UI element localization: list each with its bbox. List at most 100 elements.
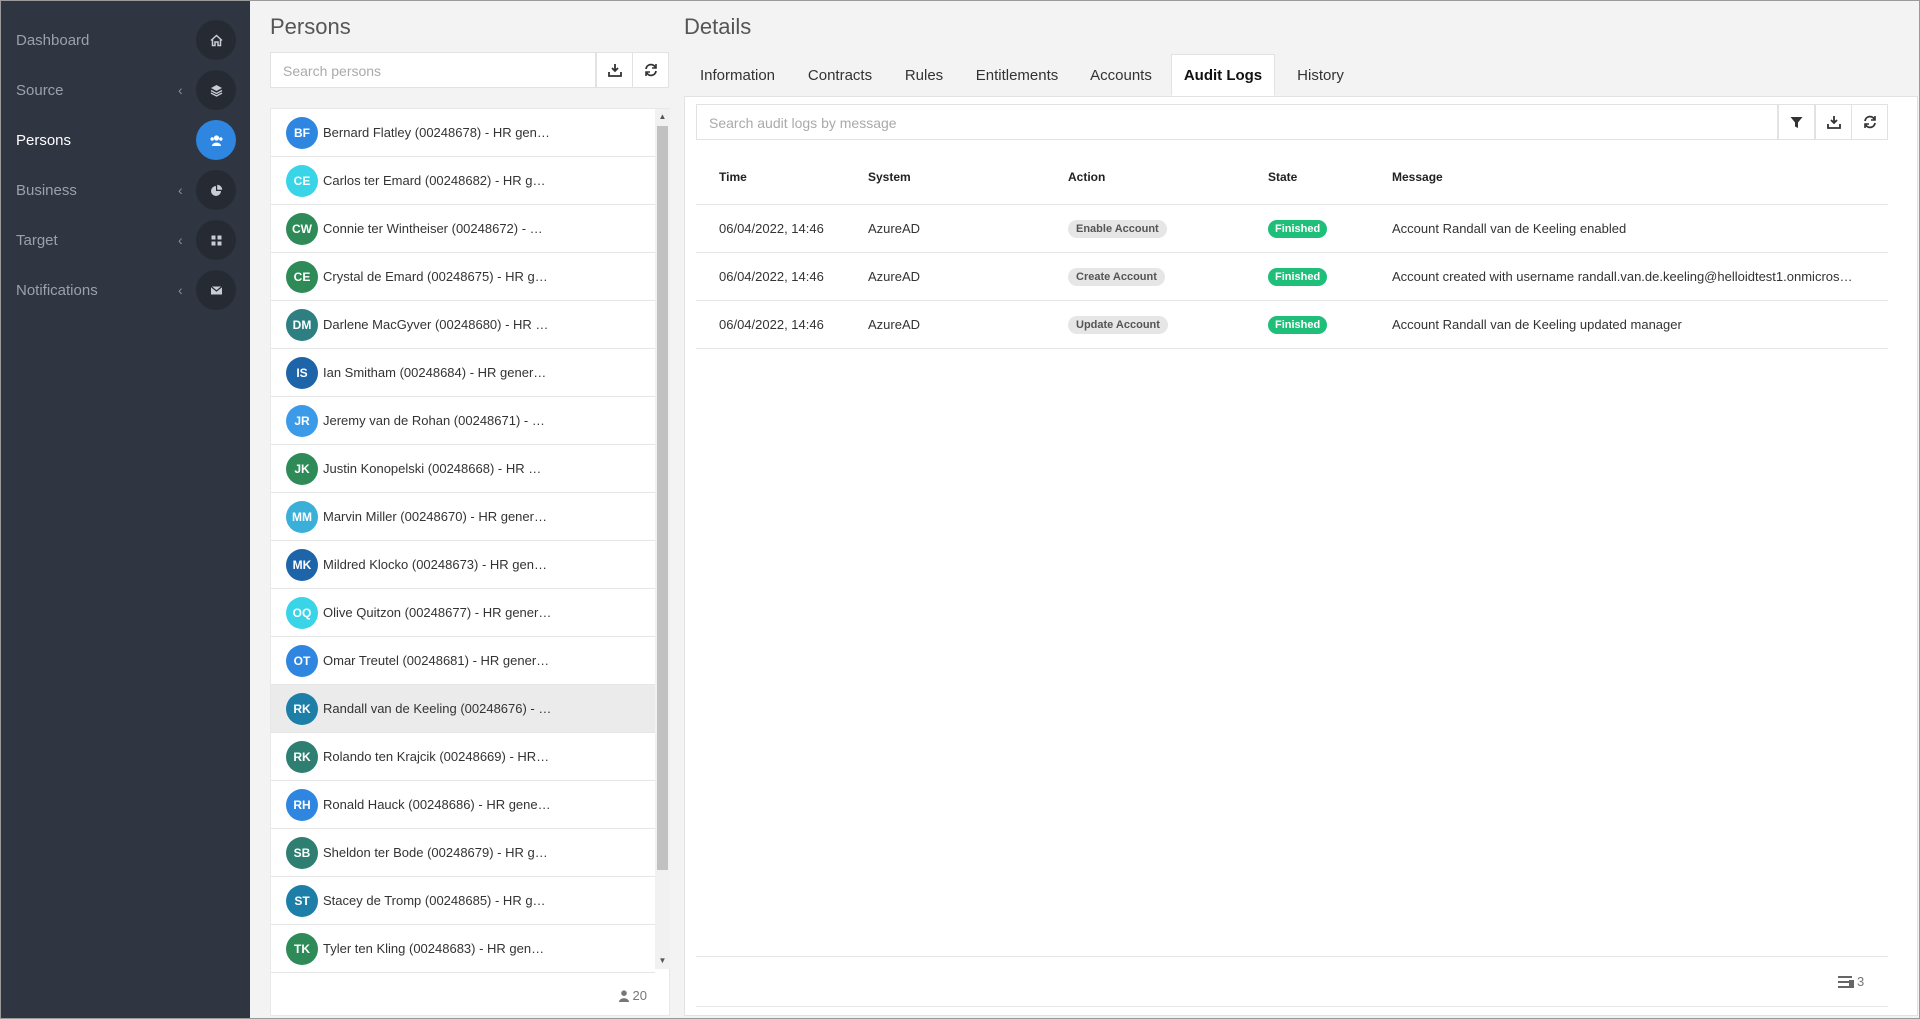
tab-rules[interactable]: Rules bbox=[893, 54, 955, 96]
sidebar-item-persons[interactable]: Persons bbox=[0, 115, 250, 165]
list-item[interactable]: CE Carlos ter Emard (00248682) - HR g… bbox=[271, 157, 655, 205]
list-item[interactable]: MK Mildred Klocko (00248673) - HR gen… bbox=[271, 541, 655, 589]
persons-scrollbar[interactable]: ▲ ▼ bbox=[655, 109, 670, 969]
tab-history[interactable]: History bbox=[1282, 54, 1359, 96]
list-item[interactable]: RH Ronald Hauck (00248686) - HR gene… bbox=[271, 781, 655, 829]
sidebar-item-label: Target bbox=[16, 231, 58, 249]
list-item[interactable]: MM Marvin Miller (00248670) - HR gener… bbox=[271, 493, 655, 541]
avatar: OT bbox=[286, 644, 318, 677]
sidebar-item-dashboard[interactable]: Dashboard bbox=[0, 15, 250, 65]
tab-entitlements[interactable]: Entitlements bbox=[962, 54, 1072, 96]
audit-log-count-value: 3 bbox=[1857, 974, 1865, 989]
persons-search-input[interactable]: Search persons bbox=[270, 52, 596, 88]
tab-contracts[interactable]: Contracts bbox=[795, 54, 885, 96]
envelope-icon bbox=[196, 270, 236, 310]
avatar: JR bbox=[286, 404, 318, 437]
person-name: Connie ter Wintheiser (00248672) - … bbox=[323, 221, 543, 236]
avatar: DM bbox=[286, 308, 318, 341]
avatar: CE bbox=[286, 260, 318, 293]
sidebar: Dashboard Source ‹ Persons Business ‹ Target ‹ N… bbox=[0, 0, 250, 1019]
person-name: Ian Smitham (00248684) - HR gener… bbox=[323, 365, 547, 380]
column-header-state[interactable]: State bbox=[1268, 170, 1297, 184]
person-name: Darlene MacGyver (00248680) - HR … bbox=[323, 317, 549, 332]
persons-refresh-button[interactable] bbox=[632, 52, 669, 88]
user-icon bbox=[618, 989, 629, 1002]
list-item[interactable]: JR Jeremy van de Rohan (00248671) - … bbox=[271, 397, 655, 445]
chevron-left-icon: ‹ bbox=[178, 232, 183, 248]
log-system: AzureAD bbox=[868, 317, 921, 332]
avatar: MK bbox=[286, 548, 318, 581]
persons-download-button[interactable] bbox=[596, 52, 633, 88]
person-name: Rolando ten Krajcik (00248669) - HR… bbox=[323, 749, 550, 764]
tab-accounts[interactable]: Accounts bbox=[1080, 54, 1162, 96]
download-icon bbox=[1826, 116, 1841, 129]
avatar: CW bbox=[286, 212, 318, 245]
users-icon bbox=[196, 120, 236, 160]
column-header-action[interactable]: Action bbox=[1068, 170, 1105, 184]
avatar: CE bbox=[286, 164, 318, 197]
sidebar-item-label: Persons bbox=[16, 131, 72, 149]
avatar: RK bbox=[286, 740, 318, 773]
list-item[interactable]: IS Ian Smitham (00248684) - HR gener… bbox=[271, 349, 655, 397]
sidebar-item-business[interactable]: Business ‹ bbox=[0, 165, 250, 215]
scroll-up-icon[interactable]: ▲ bbox=[657, 111, 668, 123]
person-name: Justin Konopelski (00248668) - HR … bbox=[323, 461, 542, 476]
avatar: OQ bbox=[286, 596, 318, 629]
column-header-system[interactable]: System bbox=[868, 170, 911, 184]
sidebar-item-notifications[interactable]: Notifications ‹ bbox=[0, 265, 250, 315]
audit-download-button[interactable] bbox=[1815, 104, 1852, 140]
person-name: Stacey de Tromp (00248685) - HR g… bbox=[323, 893, 546, 908]
avatar: IS bbox=[286, 356, 318, 389]
filter-icon bbox=[1790, 116, 1803, 128]
avatar: ST bbox=[286, 884, 318, 917]
list-item[interactable]: TK Tyler ten Kling (00248683) - HR gen… bbox=[271, 925, 655, 973]
action-badge: Update Account bbox=[1068, 316, 1168, 334]
person-name: Marvin Miller (00248670) - HR gener… bbox=[323, 509, 547, 524]
log-time: 06/04/2022, 14:46 bbox=[719, 221, 824, 236]
audit-log-search-input[interactable]: Search audit logs by message bbox=[696, 104, 1778, 140]
sidebar-item-source[interactable]: Source ‹ bbox=[0, 65, 250, 115]
persons-list: ▲ ▼ 20 BF Bernard Flatley (00248678) - HR… bbox=[270, 108, 670, 1016]
table-footer-divider bbox=[696, 956, 1888, 957]
tab-information[interactable]: Information bbox=[686, 54, 789, 96]
list-item[interactable]: RK Randall van de Keeling (00248676) - … bbox=[271, 685, 655, 733]
avatar: MM bbox=[286, 500, 318, 533]
person-name: Tyler ten Kling (00248683) - HR gen… bbox=[323, 941, 545, 956]
list-item[interactable]: RK Rolando ten Krajcik (00248669) - HR… bbox=[271, 733, 655, 781]
scroll-down-icon[interactable]: ▼ bbox=[657, 955, 668, 967]
sidebar-item-label: Source bbox=[16, 81, 64, 99]
refresh-icon bbox=[644, 63, 657, 77]
list-item[interactable]: DM Darlene MacGyver (00248680) - HR … bbox=[271, 301, 655, 349]
audit-refresh-button[interactable] bbox=[1851, 104, 1888, 140]
list-item[interactable]: CW Connie ter Wintheiser (00248672) - … bbox=[271, 205, 655, 253]
avatar: BF bbox=[286, 116, 318, 149]
details-title: Details bbox=[684, 14, 752, 39]
list-item[interactable]: ST Stacey de Tromp (00248685) - HR g… bbox=[271, 877, 655, 925]
persons-count: 20 bbox=[618, 988, 647, 1003]
person-name: Olive Quitzon (00248677) - HR gener… bbox=[323, 605, 552, 620]
list-item[interactable]: SB Sheldon ter Bode (00248679) - HR g… bbox=[271, 829, 655, 877]
column-header-time[interactable]: Time bbox=[719, 170, 747, 184]
column-header-message[interactable]: Message bbox=[1392, 170, 1443, 184]
persons-title: Persons bbox=[270, 14, 351, 39]
list-item[interactable]: OQ Olive Quitzon (00248677) - HR gener… bbox=[271, 589, 655, 637]
status-badge: Finished bbox=[1268, 220, 1328, 238]
person-name: Randall van de Keeling (00248676) - … bbox=[323, 701, 552, 716]
list-item[interactable]: CE Crystal de Emard (00248675) - HR g… bbox=[271, 253, 655, 301]
scroll-thumb[interactable] bbox=[657, 126, 668, 870]
person-name: Bernard Flatley (00248678) - HR gen… bbox=[323, 125, 550, 140]
action-badge: Create Account bbox=[1068, 268, 1165, 286]
person-name: Sheldon ter Bode (00248679) - HR g… bbox=[323, 845, 548, 860]
avatar: TK bbox=[286, 932, 318, 965]
list-item[interactable]: JK Justin Konopelski (00248668) - HR … bbox=[271, 445, 655, 493]
bottom-divider bbox=[696, 1006, 1888, 1007]
filter-button[interactable] bbox=[1778, 104, 1815, 140]
sidebar-item-target[interactable]: Target ‹ bbox=[0, 215, 250, 265]
list-item[interactable]: OT Omar Treutel (00248681) - HR gener… bbox=[271, 637, 655, 685]
log-message: Account Randall van de Keeling updated m… bbox=[1392, 317, 1682, 332]
tab-audit-logs[interactable]: Audit Logs bbox=[1171, 54, 1275, 96]
grid-icon bbox=[196, 220, 236, 260]
list-item[interactable]: BF Bernard Flatley (00248678) - HR gen… bbox=[271, 109, 655, 157]
layers-icon bbox=[196, 70, 236, 110]
log-time: 06/04/2022, 14:46 bbox=[719, 269, 824, 284]
